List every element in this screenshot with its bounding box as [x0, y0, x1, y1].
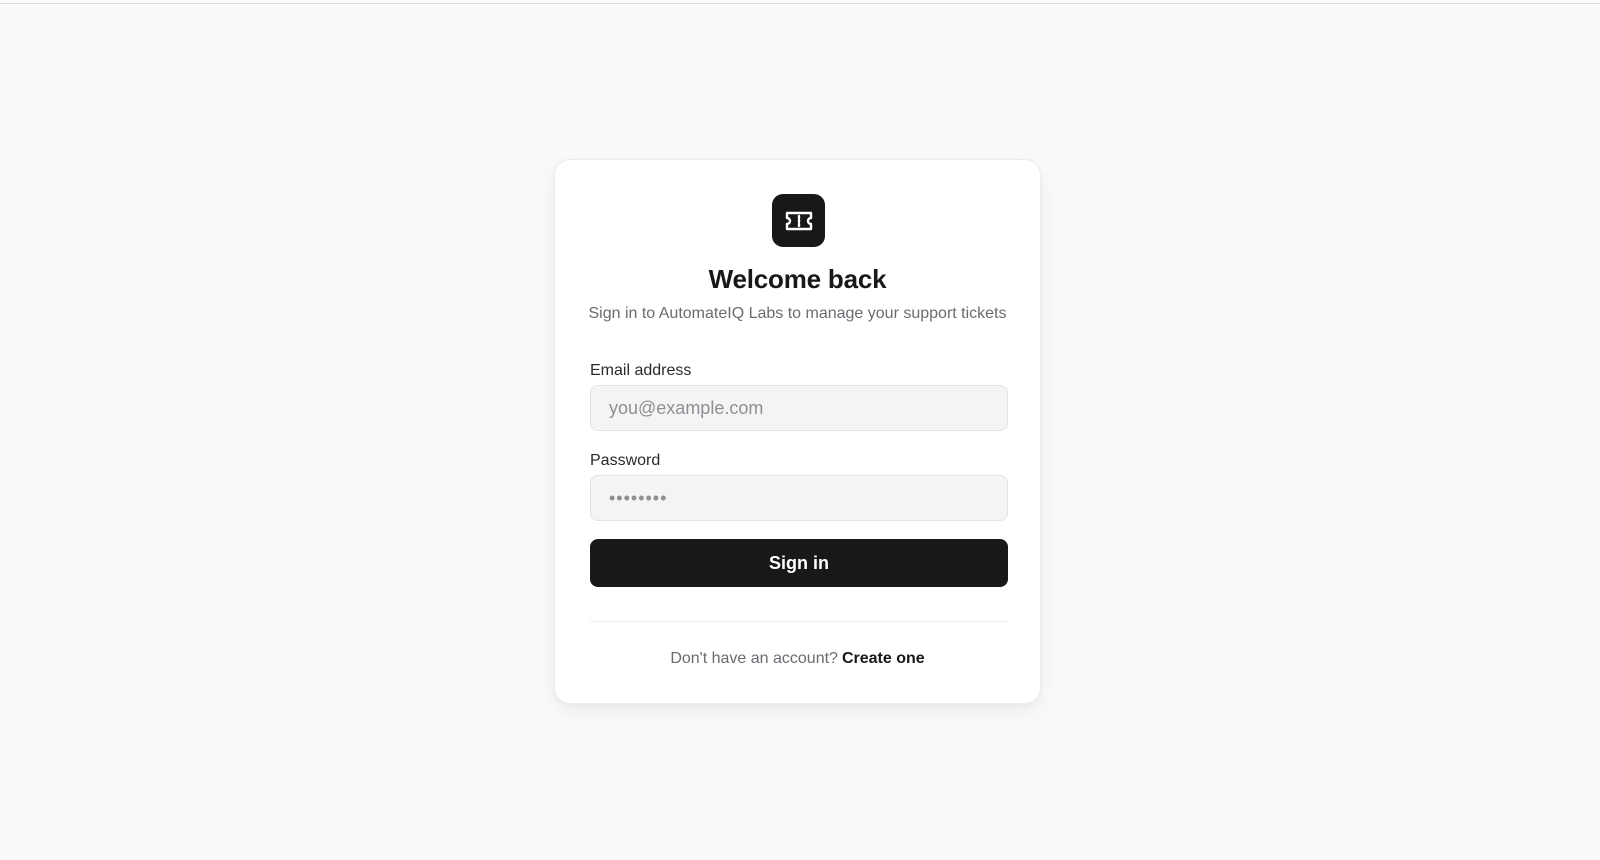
ticket-icon — [785, 211, 812, 230]
app-logo — [772, 194, 825, 247]
signup-prompt: Don't have an account? Create one — [555, 650, 1040, 668]
password-field[interactable] — [590, 475, 1008, 521]
page-subtitle: Sign in to AutomateIQ Labs to manage you… — [588, 305, 1007, 322]
top-border — [0, 0, 1600, 4]
password-label: Password — [590, 452, 661, 469]
login-card: Welcome back Sign in to AutomateIQ Labs … — [554, 159, 1041, 704]
page-title: Welcome back — [708, 264, 887, 294]
signup-prompt-text: Don't have an account? — [670, 650, 838, 667]
email-label: Email address — [590, 362, 692, 379]
create-account-link[interactable]: Create one — [842, 650, 925, 667]
divider — [590, 621, 1008, 622]
sign-in-button[interactable]: Sign in — [590, 539, 1008, 587]
email-field[interactable] — [590, 385, 1008, 431]
